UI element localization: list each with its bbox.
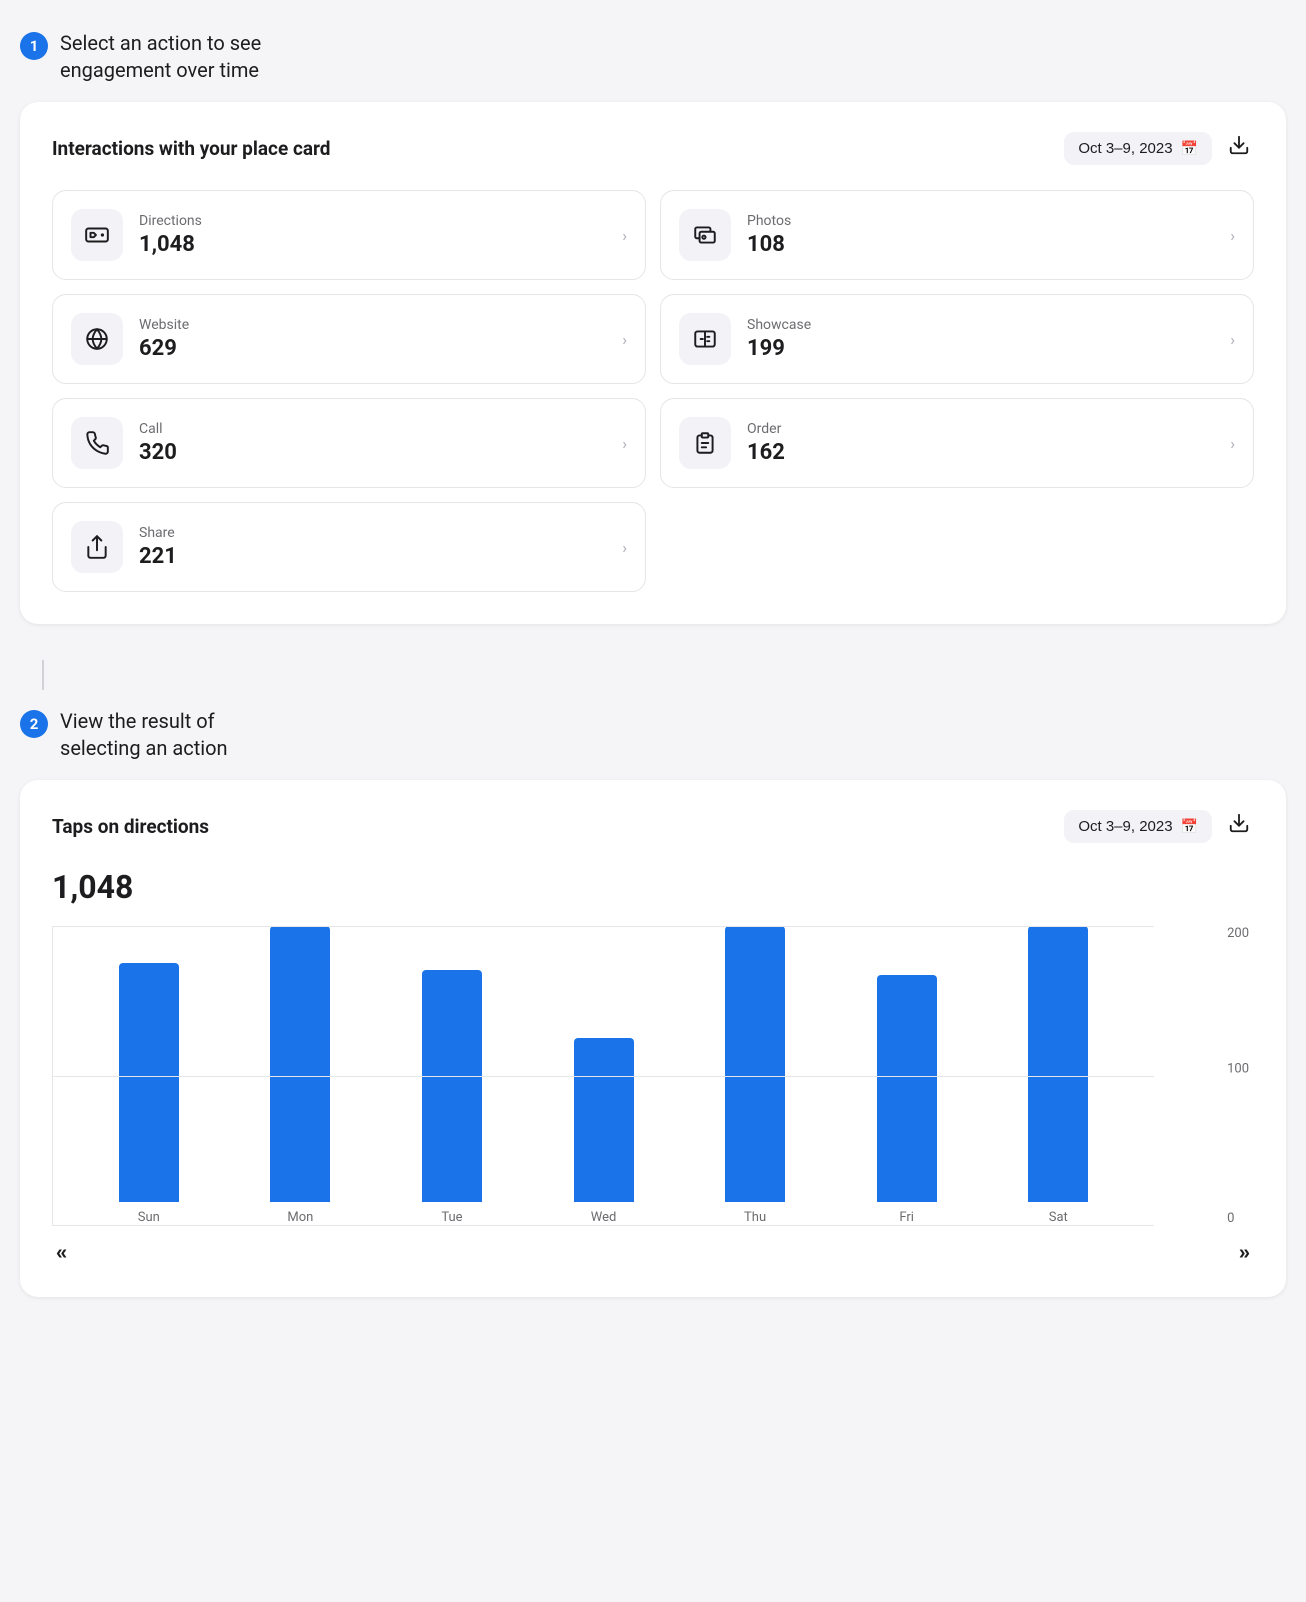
showcase-icon-wrap [679, 313, 731, 365]
chart-card: Taps on directions Oct 3–9, 2023 📅 1,048 [20, 780, 1286, 1297]
card1-date-button[interactable]: Oct 3–9, 2023 📅 [1064, 132, 1212, 165]
step-1-text: Select an action to seeengagement over t… [60, 30, 261, 84]
card1-header: Interactions with your place card Oct 3–… [52, 130, 1254, 166]
order-label: Order [747, 421, 1214, 437]
share-info: Share 221 [139, 525, 606, 569]
card1-date-text: Oct 3–9, 2023 [1078, 140, 1172, 157]
directions-label: Directions [139, 213, 606, 229]
card2-download-button[interactable] [1224, 808, 1254, 844]
bar-label-thu: Thu [744, 1210, 766, 1225]
call-label: Call [139, 421, 606, 437]
bar-tue [422, 970, 482, 1202]
call-chevron: › [622, 434, 627, 453]
metrics-grid: Directions 1,048 › Photos 108 › Website … [52, 190, 1254, 592]
showcase-chevron: › [1230, 330, 1235, 349]
bar-group-sat: Sat [982, 926, 1134, 1225]
bar-group-wed: Wed [528, 926, 680, 1225]
directions-value: 1,048 [139, 232, 606, 257]
photos-info: Photos 108 [747, 213, 1214, 257]
interactions-card: Interactions with your place card Oct 3–… [20, 102, 1286, 624]
directions-icon-wrap [71, 209, 123, 261]
bar-label-sun: Sun [138, 1210, 160, 1225]
metric-item-photos[interactable]: Photos 108 › [660, 190, 1254, 280]
share-label: Share [139, 525, 606, 541]
order-icon-wrap [679, 417, 731, 469]
bar-label-mon: Mon [287, 1210, 313, 1225]
bar-label-sat: Sat [1049, 1210, 1068, 1225]
website-label: Website [139, 317, 606, 333]
share-icon-wrap [71, 521, 123, 573]
step-2-text: View the result ofselecting an action [60, 708, 228, 762]
chart-container: Sun Mon Tue Wed Thu Fri Sat 200 100 0 [52, 926, 1204, 1226]
showcase-label: Showcase [747, 317, 1214, 333]
bar-group-tue: Tue [376, 926, 528, 1225]
bar-label-fri: Fri [899, 1210, 914, 1225]
bar-label-wed: Wed [591, 1210, 617, 1225]
order-info: Order 162 [747, 421, 1214, 465]
photos-chevron: › [1230, 226, 1235, 245]
card2-header-right: Oct 3–9, 2023 📅 [1064, 808, 1254, 844]
chart-prev-button[interactable]: « [56, 1242, 67, 1265]
metric-item-showcase[interactable]: Showcase 199 › [660, 294, 1254, 384]
order-chevron: › [1230, 434, 1235, 453]
website-info: Website 629 [139, 317, 606, 361]
metric-item-call[interactable]: Call 320 › [52, 398, 646, 488]
website-chevron: › [622, 330, 627, 349]
bar-group-sun: Sun [73, 926, 225, 1225]
calendar-icon: 📅 [1181, 140, 1198, 157]
step-1-label: 1 Select an action to seeengagement over… [20, 30, 1286, 84]
bar-sat [1028, 926, 1088, 1202]
bar-group-fri: Fri [831, 926, 983, 1225]
card1-header-right: Oct 3–9, 2023 📅 [1064, 130, 1254, 166]
card1-download-button[interactable] [1224, 130, 1254, 166]
directions-chevron: › [622, 226, 627, 245]
share-value: 221 [139, 544, 606, 569]
bar-thu [725, 926, 785, 1202]
bar-group-thu: Thu [679, 926, 831, 1225]
metric-item-order[interactable]: Order 162 › [660, 398, 1254, 488]
share-chevron: › [622, 538, 627, 557]
metric-item-directions[interactable]: Directions 1,048 › [52, 190, 646, 280]
y-label-0: 0 [1227, 1211, 1249, 1226]
website-value: 629 [139, 336, 606, 361]
card2-date-text: Oct 3–9, 2023 [1078, 818, 1172, 835]
website-icon-wrap [71, 313, 123, 365]
y-axis: 200 100 0 [1227, 926, 1249, 1226]
photos-icon-wrap [679, 209, 731, 261]
card2-calendar-icon: 📅 [1181, 818, 1198, 835]
call-icon-wrap [71, 417, 123, 469]
chart-next-button[interactable]: » [1239, 1242, 1250, 1265]
chart-area: Sun Mon Tue Wed Thu Fri Sat [52, 926, 1154, 1226]
card2-date-button[interactable]: Oct 3–9, 2023 📅 [1064, 810, 1212, 843]
bar-group-mon: Mon [225, 926, 377, 1225]
metric-item-share[interactable]: Share 221 › [52, 502, 646, 592]
order-value: 162 [747, 440, 1214, 465]
chart-total: 1,048 [52, 868, 1254, 906]
step-1-circle: 1 [20, 32, 48, 60]
chart-bars: Sun Mon Tue Wed Thu Fri Sat [53, 926, 1154, 1225]
bar-label-tue: Tue [441, 1210, 462, 1225]
bar-wed [574, 1038, 634, 1202]
call-info: Call 320 [139, 421, 606, 465]
card1-title: Interactions with your place card [52, 137, 331, 160]
metric-item-website[interactable]: Website 629 › [52, 294, 646, 384]
directions-info: Directions 1,048 [139, 213, 606, 257]
photos-label: Photos [747, 213, 1214, 229]
showcase-info: Showcase 199 [747, 317, 1214, 361]
step-2-label: 2 View the result ofselecting an action [20, 708, 1286, 762]
card2-title: Taps on directions [52, 815, 209, 838]
card2-header: Taps on directions Oct 3–9, 2023 📅 [52, 808, 1254, 844]
y-label-200: 200 [1227, 926, 1249, 941]
bar-fri [877, 975, 937, 1202]
showcase-value: 199 [747, 336, 1214, 361]
y-label-100: 100 [1227, 1061, 1249, 1076]
bar-sun [119, 963, 179, 1202]
step-2-circle: 2 [20, 710, 48, 738]
photos-value: 108 [747, 232, 1214, 257]
chart-nav: « » [52, 1242, 1254, 1265]
bar-mon [270, 926, 330, 1202]
call-value: 320 [139, 440, 606, 465]
step-divider [42, 660, 44, 690]
